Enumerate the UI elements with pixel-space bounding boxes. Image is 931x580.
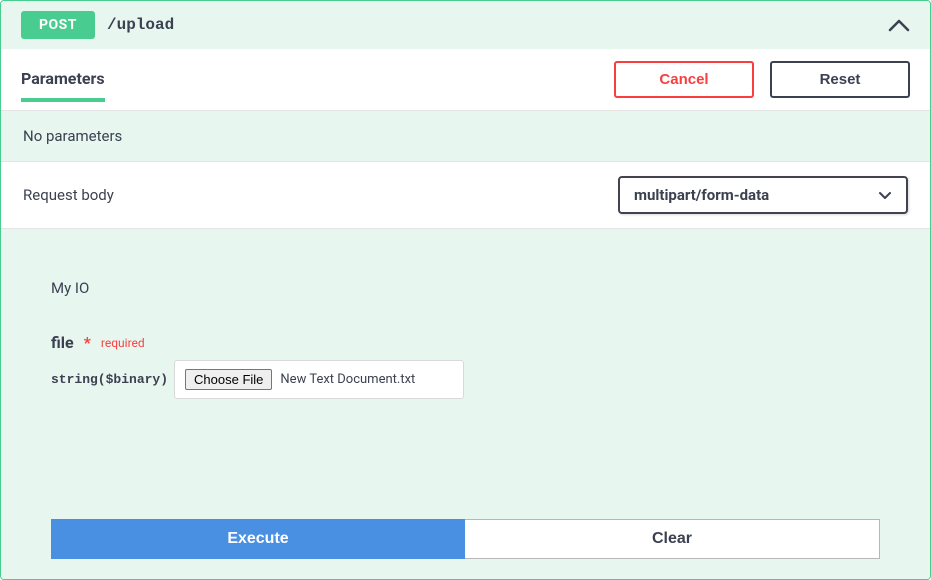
execute-row: Execute Clear [51, 519, 880, 559]
body-description: My IO [51, 279, 880, 297]
no-parameters-message: No parameters [1, 111, 930, 161]
method-badge: POST [21, 11, 95, 39]
parameters-section-header: Parameters Cancel Reset [1, 49, 930, 111]
clear-button[interactable]: Clear [465, 519, 880, 559]
param-name: file [51, 333, 74, 352]
selected-file-name: New Text Document.txt [280, 372, 415, 387]
execute-button[interactable]: Execute [51, 519, 465, 559]
required-label: required [101, 336, 145, 350]
content-type-select[interactable]: multipart/form-data [618, 176, 908, 214]
choose-file-button[interactable]: Choose File [185, 369, 272, 390]
request-body-content: My IO file * required string($binary) Ch… [1, 229, 930, 579]
request-body-label: Request body [23, 186, 114, 204]
reset-button[interactable]: Reset [770, 61, 910, 98]
file-input[interactable]: Choose File New Text Document.txt [174, 360, 464, 399]
request-body-header: Request body multipart/form-data [1, 161, 930, 229]
operation-header[interactable]: POST /upload [1, 1, 930, 49]
param-type-row: string($binary) Choose File New Text Doc… [51, 360, 880, 399]
param-name-row: file * required [51, 333, 880, 352]
chevron-down-icon [878, 186, 892, 204]
content-type-value: multipart/form-data [634, 186, 769, 204]
action-buttons: Cancel Reset [614, 61, 910, 98]
api-operation-panel: POST /upload Parameters Cancel Reset No … [0, 0, 931, 580]
parameters-tab[interactable]: Parameters [21, 69, 105, 102]
cancel-button[interactable]: Cancel [614, 61, 754, 98]
chevron-up-icon[interactable] [888, 18, 910, 32]
endpoint-path: /upload [107, 16, 174, 34]
required-star: * [84, 333, 91, 352]
param-type: string($binary) [51, 372, 168, 387]
